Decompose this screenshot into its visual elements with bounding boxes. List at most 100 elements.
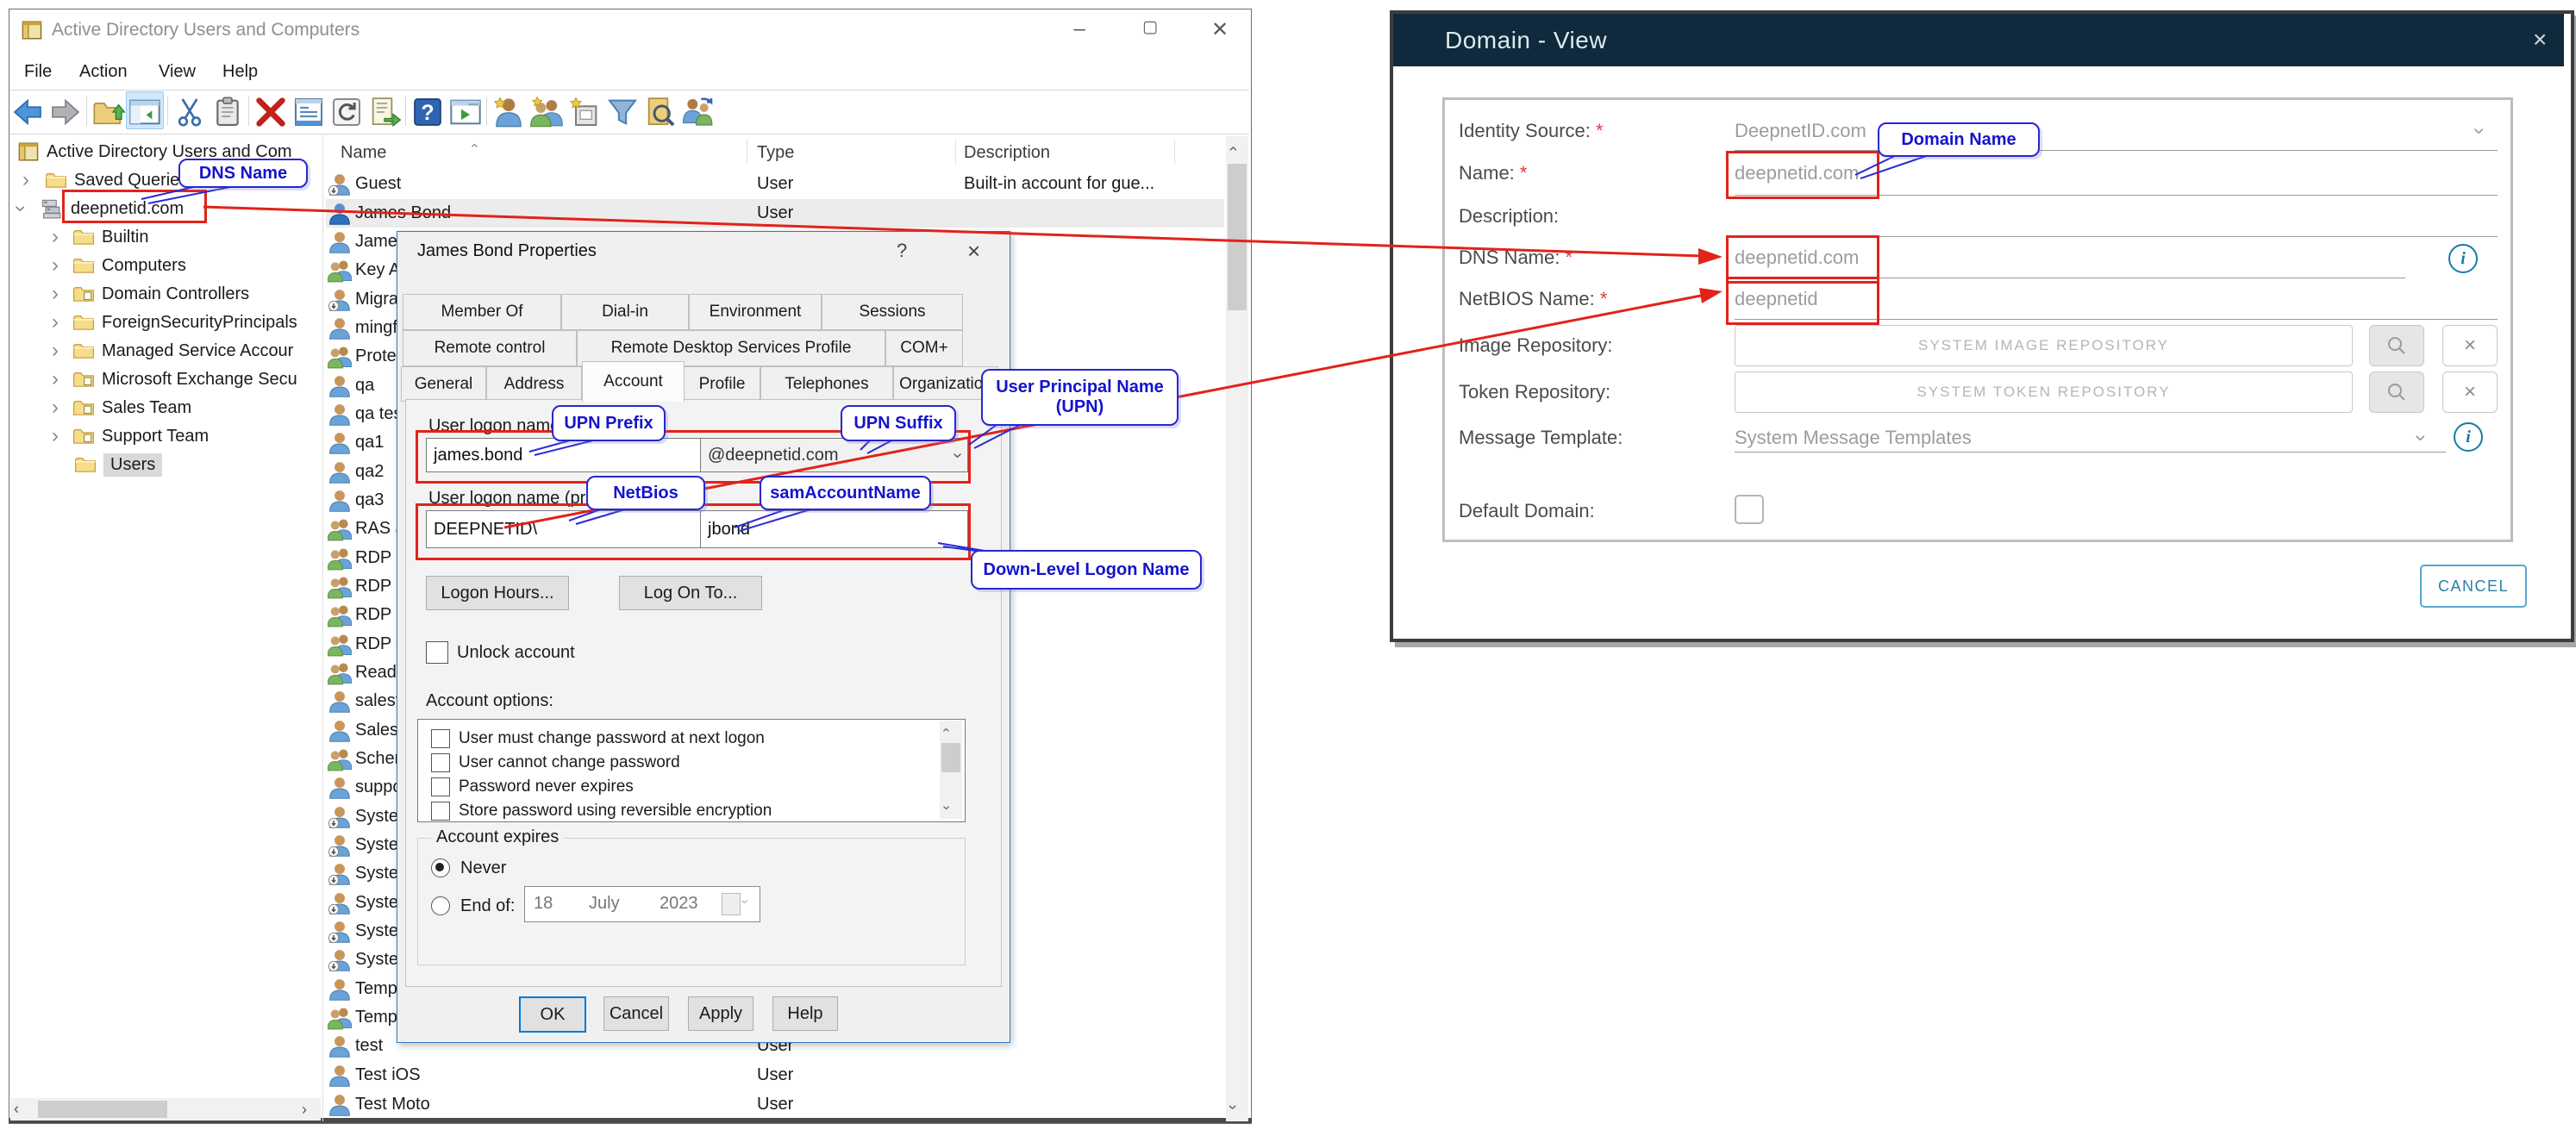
option-checkbox[interactable] — [431, 802, 450, 821]
image-repo-clear-button[interactable]: × — [2442, 325, 2498, 366]
dialog-close-icon[interactable]: × — [967, 238, 980, 265]
tab-general[interactable]: General — [401, 366, 486, 402]
close-button[interactable]: ✕ — [1201, 17, 1239, 42]
tree-item-users[interactable]: Users — [74, 451, 162, 478]
netbios-name-value[interactable]: deepnetid — [1735, 288, 1818, 310]
menu-file[interactable]: File — [17, 59, 59, 85]
tree-item-managed-service[interactable]: › Managed Service Accour — [47, 337, 293, 365]
log-on-to-button[interactable]: Log On To... — [619, 576, 762, 610]
description-input[interactable] — [1735, 236, 2498, 237]
column-header-name[interactable]: Name — [341, 143, 386, 163]
token-repo-clear-button[interactable]: × — [2442, 371, 2498, 413]
menu-action[interactable]: Action — [72, 59, 134, 85]
column-header-type[interactable]: Type — [757, 143, 794, 163]
tab-address[interactable]: Address — [486, 366, 582, 402]
list-row[interactable]: Test Moto User — [326, 1090, 1224, 1119]
tree-item-computers[interactable]: › Computers — [47, 252, 186, 279]
tab-dial-in[interactable]: Dial-in — [561, 294, 689, 330]
never-radio[interactable] — [431, 858, 450, 877]
paste-icon[interactable] — [210, 95, 245, 129]
chevron-down-icon[interactable]: › — [2409, 434, 2433, 441]
sam-account-input[interactable]: jbond — [700, 510, 968, 548]
dns-name-value[interactable]: deepnetid.com — [1735, 247, 1859, 269]
unlock-account-checkbox[interactable] — [426, 641, 448, 664]
panel-cancel-button[interactable]: CANCEL — [2420, 565, 2527, 608]
options-scrollbar[interactable]: › › — [940, 721, 962, 819]
maximize-button[interactable]: ▢ — [1131, 17, 1169, 37]
expiry-date-picker[interactable]: 18 July 2023 › — [524, 886, 760, 922]
info-icon[interactable]: i — [2454, 422, 2483, 452]
option-checkbox[interactable] — [431, 753, 450, 772]
menu-help[interactable]: Help — [216, 59, 265, 85]
help-button[interactable]: Help — [772, 996, 838, 1031]
scroll-down-icon[interactable]: › — [1224, 1105, 1242, 1110]
minimize-button[interactable]: – — [1060, 17, 1098, 41]
tab-member-of[interactable]: Member Of — [403, 294, 561, 330]
find-icon[interactable] — [643, 95, 678, 129]
dialog-help-icon[interactable]: ? — [897, 240, 907, 262]
tree-item-builtin[interactable]: › Builtin — [47, 223, 148, 251]
refresh-icon[interactable] — [329, 95, 364, 129]
delete-icon[interactable] — [253, 95, 288, 129]
list-row[interactable]: Test iOS User — [326, 1061, 1224, 1089]
tree-item-domain[interactable]: › deepnetid.com — [12, 195, 184, 222]
export-list-icon[interactable] — [367, 95, 402, 129]
forward-icon[interactable] — [48, 95, 83, 129]
up-one-level-icon[interactable] — [91, 95, 126, 129]
end-of-radio[interactable] — [431, 896, 450, 915]
scroll-thumb[interactable] — [1228, 164, 1247, 310]
filter-icon[interactable] — [605, 95, 640, 129]
cancel-button[interactable]: Cancel — [603, 996, 669, 1031]
scroll-thumb[interactable] — [38, 1101, 167, 1118]
back-icon[interactable] — [10, 95, 45, 129]
token-repo-search-button[interactable] — [2369, 371, 2424, 413]
tree-item-saved-queries[interactable]: › Saved Queries — [17, 166, 188, 194]
list-row[interactable]: James Bond User — [326, 199, 1224, 228]
tab-account-active[interactable]: Account — [582, 361, 685, 402]
scroll-left-icon[interactable]: › — [14, 1101, 19, 1119]
tab-environment[interactable]: Environment — [689, 294, 822, 330]
netbios-domain-input[interactable]: DEEPNETID\ — [426, 510, 705, 548]
default-domain-checkbox[interactable] — [1735, 495, 1764, 524]
cut-icon[interactable] — [172, 95, 207, 129]
upn-suffix-dropdown[interactable]: @deepnetid.com › — [700, 438, 968, 472]
scroll-down-icon[interactable]: › — [939, 805, 954, 809]
new-group-icon[interactable] — [529, 95, 564, 129]
console-window-icon[interactable] — [448, 95, 483, 129]
show-console-tree-icon[interactable] — [128, 95, 162, 129]
upn-prefix-input[interactable]: james.bond — [426, 438, 705, 472]
help-icon[interactable] — [410, 95, 445, 129]
pane-splitter[interactable] — [322, 134, 323, 1121]
identity-source-value[interactable]: DeepnetID.com — [1735, 120, 1866, 142]
list-row[interactable]: Guest User Built-in account for gue... — [326, 170, 1224, 198]
tab-sessions[interactable]: Sessions — [822, 294, 963, 330]
apply-button[interactable]: Apply — [688, 996, 753, 1031]
scroll-up-icon[interactable]: › — [1224, 147, 1242, 152]
image-repo-search-button[interactable] — [2369, 325, 2424, 366]
token-repository-input[interactable]: SYSTEM TOKEN REPOSITORY — [1735, 371, 2353, 413]
option-checkbox[interactable] — [431, 729, 450, 748]
tab-remote-control[interactable]: Remote control — [403, 330, 577, 366]
scroll-right-icon[interactable]: › — [302, 1101, 307, 1119]
message-template-value[interactable]: System Message Templates — [1735, 427, 1972, 449]
tree-item-foreign-security[interactable]: › ForeignSecurityPrincipals — [47, 309, 297, 336]
tab-profile[interactable]: Profile — [684, 366, 760, 402]
tree-item-ms-exchange[interactable]: › Microsoft Exchange Secu — [47, 365, 297, 393]
new-ou-icon[interactable] — [567, 95, 602, 129]
tree-item-sales-team[interactable]: › Sales Team — [47, 394, 191, 421]
tab-telephones[interactable]: Telephones — [760, 366, 893, 402]
tree-hscrollbar[interactable]: › › — [10, 1098, 321, 1121]
name-value[interactable]: deepnetid.com — [1735, 162, 1859, 184]
logon-hours-button[interactable]: Logon Hours... — [426, 576, 569, 610]
properties-icon[interactable] — [291, 95, 326, 129]
option-checkbox[interactable] — [431, 777, 450, 796]
tree-item-support-team[interactable]: › Support Team — [47, 422, 209, 450]
info-icon[interactable]: i — [2448, 244, 2478, 273]
scroll-thumb[interactable] — [941, 743, 960, 772]
image-repository-input[interactable]: SYSTEM IMAGE REPOSITORY — [1735, 325, 2353, 366]
column-header-description[interactable]: Description — [964, 143, 1050, 163]
list-vscrollbar[interactable]: › › — [1226, 136, 1248, 1121]
tab-com-plus[interactable]: COM+ — [885, 330, 963, 366]
scroll-up-icon[interactable]: › — [939, 727, 954, 732]
chevron-down-icon[interactable]: › — [2467, 128, 2492, 134]
